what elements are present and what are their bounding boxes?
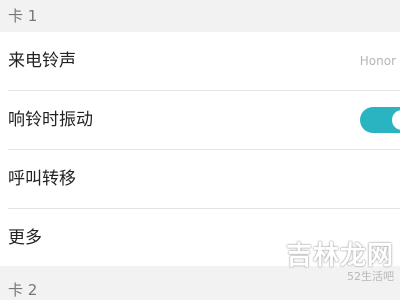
more-label: 更多 xyxy=(8,228,42,248)
toggle-knob xyxy=(392,110,400,130)
ringtone-label: 来电铃声 xyxy=(8,51,76,71)
ringtone-value: Honor xyxy=(359,54,396,68)
watermark-main: 吉林龙网 xyxy=(285,241,394,271)
call-forwarding-row[interactable]: 呼叫转移 xyxy=(0,150,400,208)
vibrate-on-ring-toggle[interactable] xyxy=(360,107,400,133)
watermark: 吉林龙网 52生活吧 xyxy=(286,242,394,284)
call-forwarding-label: 呼叫转移 xyxy=(8,169,76,189)
ringtone-row[interactable]: 来电铃声 Honor xyxy=(0,32,400,90)
sim1-section-header: 卡 1 xyxy=(0,0,400,32)
vibrate-on-ring-row[interactable]: 响铃时振动 xyxy=(0,91,400,149)
vibrate-on-ring-label: 响铃时振动 xyxy=(8,110,93,130)
watermark-sub: 52生活吧 xyxy=(347,270,394,283)
settings-screen: 卡 1 来电铃声 Honor 响铃时振动 呼叫转移 更多 卡 2 吉林龙网 52… xyxy=(0,0,400,300)
sim1-settings-list: 来电铃声 Honor 响铃时振动 呼叫转移 更多 xyxy=(0,32,400,266)
